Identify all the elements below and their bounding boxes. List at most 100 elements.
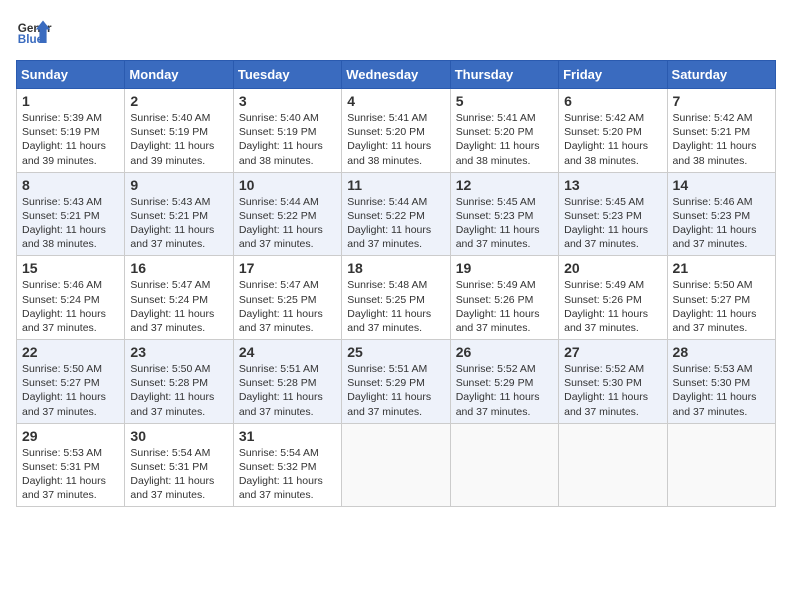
day-info: Sunrise: 5:42 AM Sunset: 5:20 PM Dayligh…	[564, 111, 661, 168]
day-info: Sunrise: 5:49 AM Sunset: 5:26 PM Dayligh…	[564, 278, 661, 335]
day-info: Sunrise: 5:42 AM Sunset: 5:21 PM Dayligh…	[673, 111, 770, 168]
logo-icon: General Blue	[16, 16, 52, 52]
day-number: 21	[673, 260, 770, 276]
day-number: 18	[347, 260, 444, 276]
calendar-cell: 12 Sunrise: 5:45 AM Sunset: 5:23 PM Dayli…	[450, 172, 558, 256]
calendar-week-row: 8 Sunrise: 5:43 AM Sunset: 5:21 PM Daylig…	[17, 172, 776, 256]
day-info: Sunrise: 5:41 AM Sunset: 5:20 PM Dayligh…	[456, 111, 553, 168]
day-info: Sunrise: 5:45 AM Sunset: 5:23 PM Dayligh…	[564, 195, 661, 252]
day-info: Sunrise: 5:52 AM Sunset: 5:30 PM Dayligh…	[564, 362, 661, 419]
weekday-header: Saturday	[667, 61, 775, 89]
day-number: 12	[456, 177, 553, 193]
calendar-cell: 18 Sunrise: 5:48 AM Sunset: 5:25 PM Dayli…	[342, 256, 450, 340]
calendar-cell: 11 Sunrise: 5:44 AM Sunset: 5:22 PM Dayli…	[342, 172, 450, 256]
day-number: 27	[564, 344, 661, 360]
weekday-header: Friday	[559, 61, 667, 89]
day-number: 26	[456, 344, 553, 360]
day-number: 24	[239, 344, 336, 360]
calendar-cell: 30 Sunrise: 5:54 AM Sunset: 5:31 PM Dayli…	[125, 423, 233, 507]
day-info: Sunrise: 5:50 AM Sunset: 5:28 PM Dayligh…	[130, 362, 227, 419]
calendar-cell: 14Sunrise: 5:46 AM Sunset: 5:23 PM Dayli…	[667, 172, 775, 256]
calendar-week-row: 15 Sunrise: 5:46 AM Sunset: 5:24 PM Dayli…	[17, 256, 776, 340]
weekday-header: Sunday	[17, 61, 125, 89]
day-info: Sunrise: 5:50 AM Sunset: 5:27 PM Dayligh…	[22, 362, 119, 419]
day-number: 13	[564, 177, 661, 193]
day-number: 10	[239, 177, 336, 193]
calendar-cell	[342, 423, 450, 507]
calendar-cell: 4 Sunrise: 5:41 AM Sunset: 5:20 PM Daylig…	[342, 89, 450, 173]
day-number: 1	[22, 93, 119, 109]
day-number: 16	[130, 260, 227, 276]
day-number: 3	[239, 93, 336, 109]
weekday-header: Thursday	[450, 61, 558, 89]
day-info: Sunrise: 5:51 AM Sunset: 5:29 PM Dayligh…	[347, 362, 444, 419]
day-info: Sunrise: 5:53 AM Sunset: 5:31 PM Dayligh…	[22, 446, 119, 503]
calendar-cell: 27 Sunrise: 5:52 AM Sunset: 5:30 PM Dayli…	[559, 340, 667, 424]
day-info: Sunrise: 5:44 AM Sunset: 5:22 PM Dayligh…	[239, 195, 336, 252]
day-info: Sunrise: 5:52 AM Sunset: 5:29 PM Dayligh…	[456, 362, 553, 419]
day-info: Sunrise: 5:43 AM Sunset: 5:21 PM Dayligh…	[22, 195, 119, 252]
calendar-week-row: 1 Sunrise: 5:39 AM Sunset: 5:19 PM Daylig…	[17, 89, 776, 173]
day-info: Sunrise: 5:54 AM Sunset: 5:32 PM Dayligh…	[239, 446, 336, 503]
day-number: 8	[22, 177, 119, 193]
calendar-cell: 9 Sunrise: 5:43 AM Sunset: 5:21 PM Daylig…	[125, 172, 233, 256]
calendar-cell: 25 Sunrise: 5:51 AM Sunset: 5:29 PM Dayli…	[342, 340, 450, 424]
day-number: 28	[673, 344, 770, 360]
day-number: 25	[347, 344, 444, 360]
day-info: Sunrise: 5:41 AM Sunset: 5:20 PM Dayligh…	[347, 111, 444, 168]
day-number: 23	[130, 344, 227, 360]
day-number: 2	[130, 93, 227, 109]
calendar-cell: 3Sunrise: 5:40 AM Sunset: 5:19 PM Daylig…	[233, 89, 341, 173]
calendar-cell: 26 Sunrise: 5:52 AM Sunset: 5:29 PM Dayli…	[450, 340, 558, 424]
day-number: 14	[673, 177, 770, 193]
day-number: 6	[564, 93, 661, 109]
day-number: 30	[130, 428, 227, 444]
calendar-cell: 1 Sunrise: 5:39 AM Sunset: 5:19 PM Daylig…	[17, 89, 125, 173]
day-info: Sunrise: 5:49 AM Sunset: 5:26 PM Dayligh…	[456, 278, 553, 335]
day-info: Sunrise: 5:40 AM Sunset: 5:19 PM Dayligh…	[130, 111, 227, 168]
day-info: Sunrise: 5:47 AM Sunset: 5:25 PM Dayligh…	[239, 278, 336, 335]
logo: General Blue	[16, 16, 52, 52]
calendar-cell: 6 Sunrise: 5:42 AM Sunset: 5:20 PM Daylig…	[559, 89, 667, 173]
day-info: Sunrise: 5:43 AM Sunset: 5:21 PM Dayligh…	[130, 195, 227, 252]
day-info: Sunrise: 5:45 AM Sunset: 5:23 PM Dayligh…	[456, 195, 553, 252]
calendar-cell: 17 Sunrise: 5:47 AM Sunset: 5:25 PM Dayli…	[233, 256, 341, 340]
calendar-cell: 13 Sunrise: 5:45 AM Sunset: 5:23 PM Dayli…	[559, 172, 667, 256]
calendar-body: 1 Sunrise: 5:39 AM Sunset: 5:19 PM Daylig…	[17, 89, 776, 507]
calendar-cell: 20 Sunrise: 5:49 AM Sunset: 5:26 PM Dayli…	[559, 256, 667, 340]
calendar-cell: 31 Sunrise: 5:54 AM Sunset: 5:32 PM Dayli…	[233, 423, 341, 507]
day-number: 29	[22, 428, 119, 444]
day-info: Sunrise: 5:48 AM Sunset: 5:25 PM Dayligh…	[347, 278, 444, 335]
weekday-header: Tuesday	[233, 61, 341, 89]
day-number: 15	[22, 260, 119, 276]
calendar-cell: 16 Sunrise: 5:47 AM Sunset: 5:24 PM Dayli…	[125, 256, 233, 340]
day-number: 22	[22, 344, 119, 360]
day-number: 17	[239, 260, 336, 276]
calendar-cell	[559, 423, 667, 507]
calendar-cell: 22 Sunrise: 5:50 AM Sunset: 5:27 PM Dayli…	[17, 340, 125, 424]
day-number: 7	[673, 93, 770, 109]
calendar-header-row: SundayMondayTuesdayWednesdayThursdayFrid…	[17, 61, 776, 89]
calendar-cell: 23 Sunrise: 5:50 AM Sunset: 5:28 PM Dayli…	[125, 340, 233, 424]
day-number: 5	[456, 93, 553, 109]
day-number: 9	[130, 177, 227, 193]
calendar-cell: 24Sunrise: 5:51 AM Sunset: 5:28 PM Dayli…	[233, 340, 341, 424]
day-info: Sunrise: 5:46 AM Sunset: 5:24 PM Dayligh…	[22, 278, 119, 335]
day-number: 4	[347, 93, 444, 109]
day-info: Sunrise: 5:47 AM Sunset: 5:24 PM Dayligh…	[130, 278, 227, 335]
day-number: 20	[564, 260, 661, 276]
calendar-cell: 28 Sunrise: 5:53 AM Sunset: 5:30 PM Dayli…	[667, 340, 775, 424]
day-number: 31	[239, 428, 336, 444]
weekday-header: Wednesday	[342, 61, 450, 89]
calendar-cell: 29 Sunrise: 5:53 AM Sunset: 5:31 PM Dayli…	[17, 423, 125, 507]
calendar-cell: 19Sunrise: 5:49 AM Sunset: 5:26 PM Dayli…	[450, 256, 558, 340]
day-info: Sunrise: 5:54 AM Sunset: 5:31 PM Dayligh…	[130, 446, 227, 503]
calendar-cell: 21Sunrise: 5:50 AM Sunset: 5:27 PM Dayli…	[667, 256, 775, 340]
day-info: Sunrise: 5:53 AM Sunset: 5:30 PM Dayligh…	[673, 362, 770, 419]
calendar-cell	[450, 423, 558, 507]
calendar-cell: 2 Sunrise: 5:40 AM Sunset: 5:19 PM Daylig…	[125, 89, 233, 173]
day-info: Sunrise: 5:39 AM Sunset: 5:19 PM Dayligh…	[22, 111, 119, 168]
day-info: Sunrise: 5:44 AM Sunset: 5:22 PM Dayligh…	[347, 195, 444, 252]
calendar-cell: 8 Sunrise: 5:43 AM Sunset: 5:21 PM Daylig…	[17, 172, 125, 256]
day-number: 11	[347, 177, 444, 193]
